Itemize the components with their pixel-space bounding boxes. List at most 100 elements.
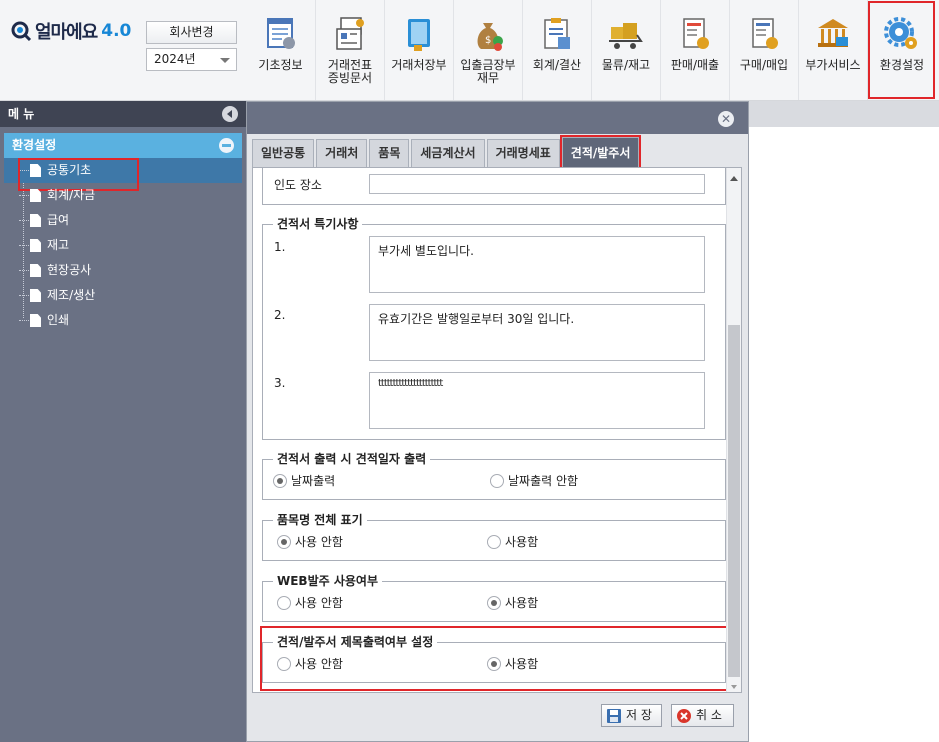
menu-voucher[interactable]: 거래전표 증빙문서 — [315, 0, 384, 100]
scroll-down-arrow-icon[interactable] — [731, 685, 737, 689]
radio-label: 사용함 — [505, 535, 539, 549]
logo-magnifier-icon — [11, 21, 32, 42]
menu-label: 판매/매출 — [670, 58, 720, 72]
tab-general[interactable]: 일반공통 — [252, 139, 315, 167]
web-order-legend: WEB발주 사용여부 — [273, 574, 382, 588]
radio-selected-icon — [277, 534, 291, 549]
note-3-textarea[interactable]: tttttttttttttttttttttt — [369, 372, 705, 429]
top-toolbar: 얼마에요 4.0 회사변경 2024년 기초정보 거래전표 증빙문서 거래처장부… — [0, 0, 939, 101]
menu-logistics[interactable]: 물류/재고 — [591, 0, 660, 100]
scroll-up-arrow-icon[interactable] — [730, 176, 738, 181]
year-select[interactable]: 2024년 — [146, 48, 237, 71]
floppy-disk-icon — [607, 708, 621, 723]
app-logo: 얼마에요 4.0 — [10, 18, 131, 44]
sidebar-group-settings[interactable]: 환경설정 — [4, 133, 242, 158]
sidebar-item-label: 급여 — [47, 213, 70, 227]
highlight-box — [260, 626, 729, 691]
change-company-button[interactable]: 회사변경 — [146, 21, 237, 44]
item-name-full-group: 품목명 전체 표기 사용 안함 사용함 — [262, 513, 726, 561]
delivery-place-input[interactable] — [369, 174, 705, 194]
menu-sales[interactable]: 판매/매출 — [660, 0, 729, 100]
vertical-scrollbar[interactable] — [726, 168, 741, 692]
menu-label: 거래처장부 — [391, 58, 447, 72]
radio-unselected-icon — [490, 473, 504, 488]
basic-info-icon — [266, 18, 295, 49]
cancel-button[interactable]: 취 소 — [671, 704, 734, 727]
menu-cashbook[interactable]: $ 입출금장부 재무 — [453, 0, 522, 100]
settings-gear-icon — [884, 17, 917, 49]
logo-text: 얼마에요 — [35, 22, 98, 43]
sidebar-item-manufacturing[interactable]: 제조/생산 — [4, 283, 242, 308]
web-order-option-off[interactable]: 사용 안함 — [277, 594, 343, 611]
radio-label: 사용함 — [505, 596, 539, 610]
close-icon[interactable]: ✕ — [718, 111, 734, 127]
note-3-label: 3. — [274, 376, 286, 390]
sidebar-item-payroll[interactable]: 급여 — [4, 208, 242, 233]
item-name-full-legend: 품목명 전체 표기 — [273, 513, 367, 527]
note-1-textarea[interactable]: 부가세 별도입니다. — [369, 236, 705, 293]
sidebar-item-label: 공통기초 — [47, 163, 92, 177]
menu-settings[interactable]: 환경설정 — [867, 0, 936, 100]
collapse-sidebar-icon[interactable] — [222, 106, 238, 122]
sidebar-item-common-basic[interactable]: 공통기초 — [4, 158, 242, 191]
sidebar-item-accounting[interactable]: 회계/자금 — [4, 183, 242, 208]
radio-selected-icon — [487, 595, 501, 610]
sidebar-header: 메 뉴 — [0, 101, 246, 127]
menu-purchase[interactable]: 구매/매입 — [729, 0, 798, 100]
document-icon — [30, 164, 41, 177]
sidebar-item-label: 재고 — [47, 238, 70, 252]
delivery-place-label: 인도 장소 — [274, 178, 322, 192]
purchase-icon — [752, 18, 778, 49]
menu-accounting[interactable]: 회계/결산 — [522, 0, 591, 100]
web-order-option-on[interactable]: 사용함 — [487, 594, 538, 611]
sidebar-list: 공통기초 회계/자금 급여 재고 현장공사 제조/생산 인쇄 — [4, 158, 242, 333]
money-bag-icon: $ — [477, 23, 503, 51]
accounting-icon — [544, 18, 570, 49]
sidebar-item-label: 제조/생산 — [47, 288, 96, 302]
radio-label: 날짜출력 안함 — [508, 474, 579, 488]
voucher-icon — [336, 17, 364, 50]
sales-icon — [683, 18, 709, 49]
radio-label: 날짜출력 — [291, 474, 336, 488]
settings-panel: 인도 장소 견적서 특기사항 1. 부가세 별도입니다. 2. 유효기간은 발행… — [252, 167, 742, 693]
tab-tax-invoice[interactable]: 세금계산서 — [411, 139, 485, 167]
bank-building-icon — [818, 19, 848, 47]
item-name-full-option-on[interactable]: 사용함 — [487, 533, 538, 550]
menu-basic-info[interactable]: 기초정보 — [246, 0, 315, 100]
tab-customer[interactable]: 거래처 — [316, 139, 368, 167]
sidebar-item-print[interactable]: 인쇄 — [4, 308, 242, 333]
radio-label: 사용 안함 — [295, 596, 343, 610]
tab-item[interactable]: 품목 — [369, 139, 410, 167]
document-icon — [30, 189, 41, 202]
menu-extra-services[interactable]: 부가서비스 — [798, 0, 867, 100]
year-select-value: 2024년 — [154, 52, 196, 66]
collapse-group-icon[interactable] — [219, 138, 234, 153]
dialog-header: ✕ — [247, 102, 748, 134]
radio-unselected-icon — [277, 595, 291, 610]
chevron-down-icon — [220, 58, 230, 63]
save-button[interactable]: 저 장 — [601, 704, 662, 727]
date-output-option-on[interactable]: 날짜출력 — [273, 472, 335, 489]
date-output-option-off[interactable]: 날짜출력 안함 — [490, 472, 578, 489]
document-icon — [30, 214, 41, 227]
tab-transaction-statement[interactable]: 거래명세표 — [486, 139, 560, 167]
scrollbar-thumb[interactable] — [728, 325, 740, 677]
svg-text:$: $ — [485, 35, 491, 46]
tab-estimate-order[interactable]: 견적/발주서 — [559, 135, 642, 169]
note-2-textarea[interactable]: 유효기간은 발행일로부터 30일 입니다. — [369, 304, 705, 361]
sidebar: 메 뉴 환경설정 공통기초 회계/자금 급여 재고 현장공사 제조/생산 인쇄 — [0, 101, 246, 742]
sidebar-item-inventory[interactable]: 재고 — [4, 233, 242, 258]
tree-tick — [19, 295, 29, 296]
sidebar-item-label: 회계/자금 — [47, 188, 96, 202]
item-name-full-option-off[interactable]: 사용 안함 — [277, 533, 343, 550]
sidebar-item-construction[interactable]: 현장공사 — [4, 258, 242, 283]
tree-tick — [19, 270, 29, 271]
menu-label: 입출금장부 재무 — [460, 59, 515, 85]
estimate-notes-group: 견적서 특기사항 1. 부가세 별도입니다. 2. 유효기간은 발행일로부터 3… — [262, 217, 726, 440]
main-menu: 기초정보 거래전표 증빙문서 거래처장부 $ 입출금장부 재무 회계/결산 물류… — [246, 0, 936, 100]
date-output-group: 견적서 출력 시 견적일자 출력 날짜출력 날짜출력 안함 — [262, 452, 726, 500]
logistics-cart-icon — [609, 23, 643, 49]
menu-label-line2: 재무 — [476, 71, 500, 85]
menu-ledger[interactable]: 거래처장부 — [384, 0, 453, 100]
radio-label: 사용 안함 — [295, 535, 343, 549]
